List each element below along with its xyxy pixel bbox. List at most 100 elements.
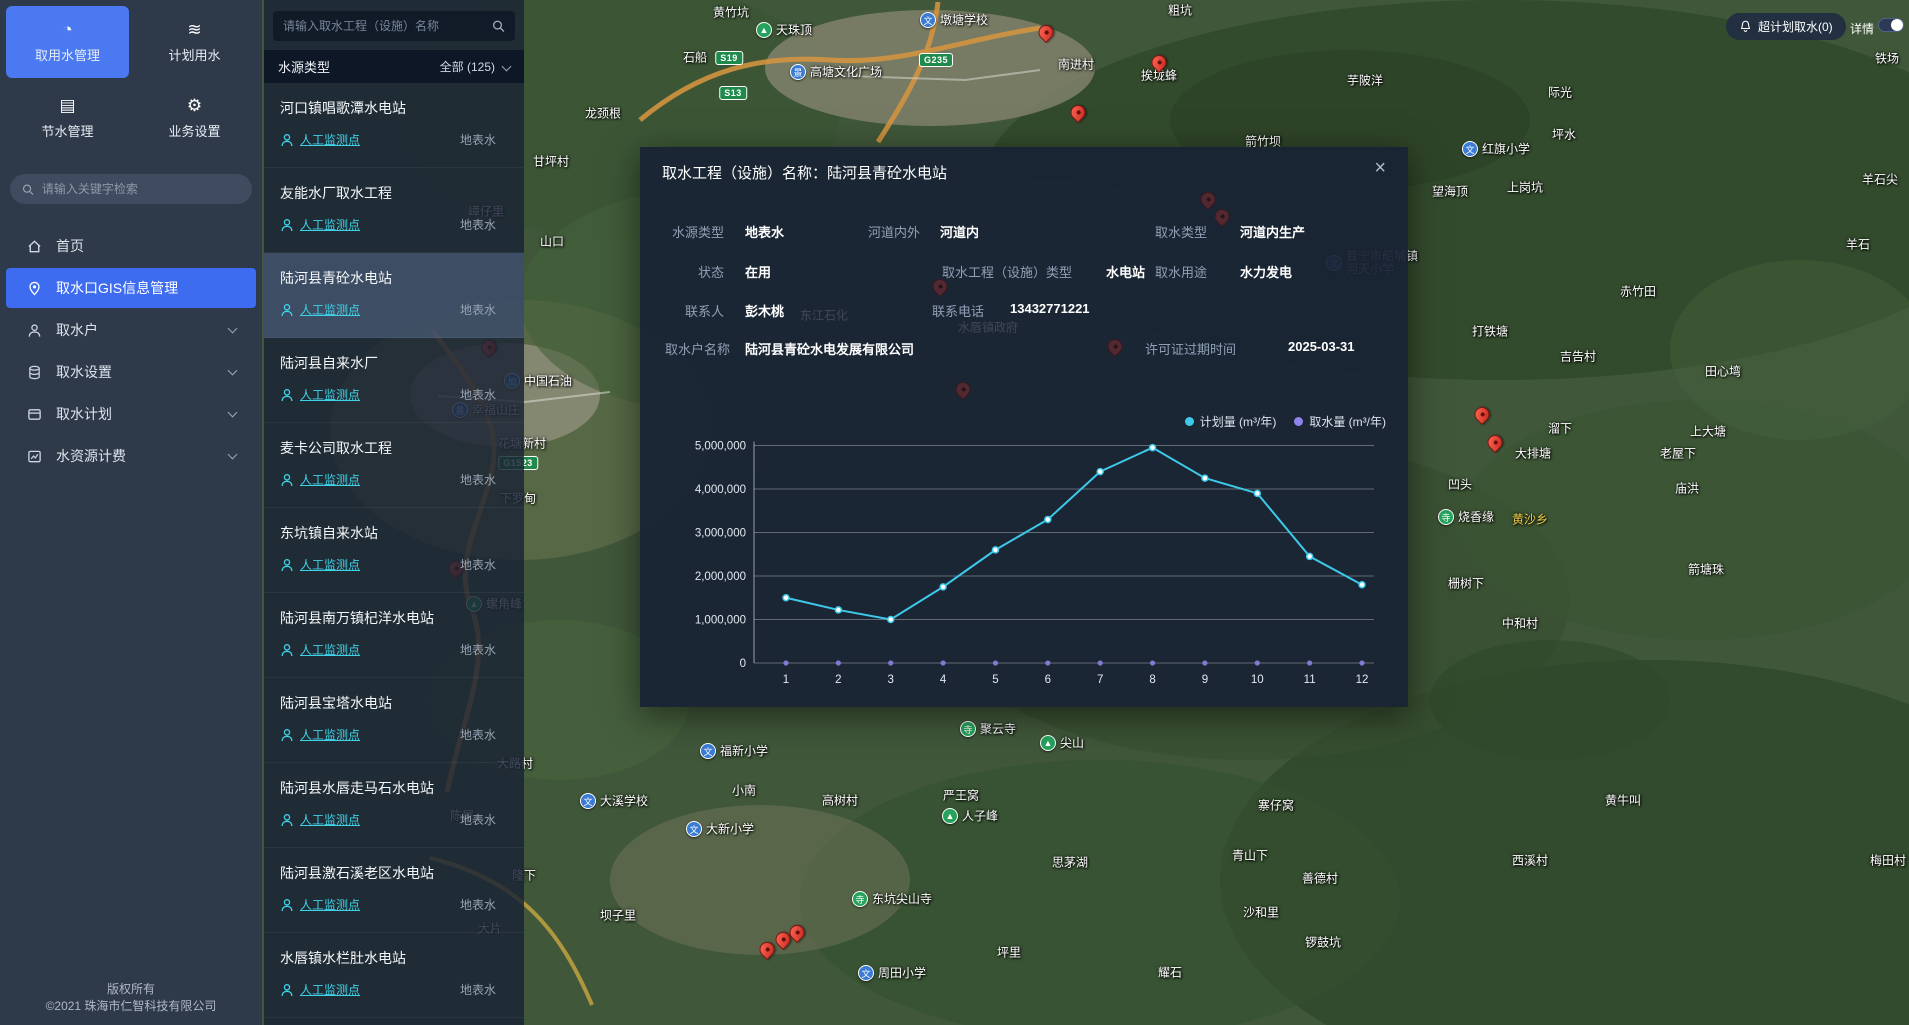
monitor-type-link[interactable]: 人工监测点 [300, 131, 360, 148]
sidebar-item-3[interactable]: 取水设置 [6, 352, 256, 392]
sidebar-item-0[interactable]: 首页 [6, 226, 256, 266]
detail-toggle-label: 详情 [1850, 20, 1874, 37]
svg-text:2,000,000: 2,000,000 [695, 571, 746, 583]
monitor-type-link[interactable]: 人工监测点 [300, 216, 360, 233]
monitor-type-link[interactable]: 人工监测点 [300, 386, 360, 403]
field-value: 彭木桃 [745, 301, 784, 320]
pin-icon [26, 281, 42, 296]
svg-text:0: 0 [740, 658, 746, 670]
sidebar-search[interactable] [10, 174, 252, 204]
facility-list-item[interactable]: 河口镇唱歌潭水电站 人工监测点 地表水 [264, 83, 524, 168]
module-tile-water-intake[interactable]: ◔ 取用水管理 [6, 6, 129, 78]
map-place-label: 粗坑 [1168, 2, 1192, 19]
over-plan-intake-button[interactable]: 超计划取水(0) [1726, 13, 1846, 40]
person-icon [280, 133, 294, 147]
facility-list-item[interactable]: 陆河县宝塔水电站 人工监测点 地表水 [264, 678, 524, 763]
water-source-type: 地表水 [460, 216, 510, 233]
detail-toggle-switch[interactable] [1878, 18, 1904, 32]
poi-label: 大新小学 [706, 823, 754, 836]
close-icon[interactable]: × [1374, 157, 1386, 180]
school-icon: 文 [1462, 141, 1478, 157]
sidebar-item-1[interactable]: 取水口GIS信息管理 [6, 268, 256, 308]
map-poi-marker[interactable]: ▲人子峰 [942, 808, 998, 824]
sidebar-item-label: 首页 [56, 236, 84, 256]
monitor-type-link[interactable]: 人工监测点 [300, 981, 360, 998]
sidebar-item-4[interactable]: 取水计划 [6, 394, 256, 434]
filter-dropdown[interactable]: 全部 (125) [440, 58, 510, 75]
sidebar-item-label: 取水计划 [56, 404, 112, 424]
facility-list: 河口镇唱歌潭水电站 人工监测点 地表水 友能水厂取水工程 人工监测点 地表水 陆… [264, 83, 524, 1025]
field-label: 状态 [698, 262, 724, 281]
svg-text:2: 2 [835, 674, 841, 686]
map-poi-marker[interactable]: 寺烧香缘 [1438, 509, 1494, 525]
monitor-type-link[interactable]: 人工监测点 [300, 471, 360, 488]
facility-list-item[interactable]: 陆河县激石溪老区水电站 人工监测点 地表水 [264, 848, 524, 933]
monitor-type-link[interactable]: 人工监测点 [300, 301, 360, 318]
facility-list-item[interactable]: 陆河县青砼水电站 人工监测点 地表水 [264, 253, 524, 338]
monitor-type-link[interactable]: 人工监测点 [300, 556, 360, 573]
poi-label: 尖山 [1060, 737, 1084, 750]
map-poi-marker[interactable]: ▲天珠顶 [756, 22, 812, 38]
red-map-pin[interactable] [1471, 404, 1492, 425]
map-poi-marker[interactable]: 文大新小学 [686, 821, 754, 837]
module-label: 计划用水 [168, 45, 220, 64]
module-tile-water-saving[interactable]: ▤ 节水管理 [6, 82, 129, 154]
map-poi-marker[interactable]: 文福新小学 [700, 743, 768, 759]
facility-list-item[interactable]: 陆河县水唇走马石水电站 人工监测点 地表水 [264, 763, 524, 848]
svg-text:1: 1 [783, 674, 789, 686]
facility-list-item[interactable]: 友能水厂取水工程 人工监测点 地表水 [264, 168, 524, 253]
facility-list-item[interactable]: 东坑镇自来水站 人工监测点 地表水 [264, 508, 524, 593]
red-map-pin[interactable] [756, 939, 777, 960]
map-poi-marker[interactable]: 景高塘文化广场 [790, 64, 882, 80]
map-poi-marker[interactable]: 文红旗小学 [1462, 141, 1530, 157]
monitor-type-link[interactable]: 人工监测点 [300, 896, 360, 913]
facility-list-item[interactable]: 陆河县南万镇杞洋水电站 人工监测点 地表水 [264, 593, 524, 678]
field-value: 陆河县青砼水电发展有限公司 [745, 339, 914, 358]
chevron-down-icon [502, 62, 512, 72]
map-poi-marker[interactable]: ▲尖山 [1040, 735, 1084, 751]
red-map-pin[interactable] [1484, 432, 1505, 453]
module-tile-planned-water[interactable]: ≋ 计划用水 [133, 6, 256, 78]
sidebar-search-input[interactable] [42, 182, 240, 196]
svg-text:5: 5 [992, 674, 998, 686]
svg-text:3,000,000: 3,000,000 [695, 528, 746, 540]
facility-search[interactable] [273, 11, 515, 41]
map-place-label: 锣鼓坑 [1305, 934, 1341, 951]
monitor-type-link[interactable]: 人工监测点 [300, 641, 360, 658]
person-icon [280, 388, 294, 402]
sidebar-item-5[interactable]: 水资源计费 [6, 436, 256, 476]
map-poi-marker[interactable]: 文墩塘学校 [920, 12, 988, 28]
facility-list-item[interactable]: 水唇镇水栏肚水电站 人工监测点 地表水 [264, 933, 524, 1018]
facility-name: 友能水厂取水工程 [280, 183, 510, 203]
svg-text:4: 4 [940, 674, 947, 686]
module-label: 节水管理 [41, 121, 93, 140]
field-value: 13432771221 [1010, 301, 1090, 316]
facility-list-item[interactable]: 麦卡公司取水工程 人工监测点 地表水 [264, 423, 524, 508]
road-shield: G235 [919, 53, 953, 67]
map-place-label: 梅田村 [1870, 852, 1906, 869]
person-icon [280, 728, 294, 742]
map-poi-marker[interactable]: 文大溪学校 [580, 793, 648, 809]
field-label: 取水用途 [1155, 262, 1207, 281]
map-place-label: 羊石尖 [1862, 171, 1898, 188]
poi-label: 福新小学 [720, 745, 768, 758]
facility-search-input[interactable] [283, 19, 486, 33]
map-poi-marker[interactable]: 寺聚云寺 [960, 721, 1016, 737]
person-icon [280, 983, 294, 997]
sidebar-item-2[interactable]: 取水户 [6, 310, 256, 350]
field-value: 2025-03-31 [1288, 339, 1355, 354]
module-tile-business-settings[interactable]: ⚙ 业务设置 [133, 82, 256, 154]
person-icon [280, 473, 294, 487]
map-place-label: 黄牛叫 [1605, 792, 1641, 809]
map-place-label: 坪水 [1552, 126, 1576, 143]
facility-list-item[interactable]: 陆河县自来水厂 人工监测点 地表水 [264, 338, 524, 423]
monitor-type-link[interactable]: 人工监测点 [300, 811, 360, 828]
map-poi-marker[interactable]: 文周田小学 [858, 965, 926, 981]
search-icon [492, 19, 505, 33]
monitor-type-link[interactable]: 人工监测点 [300, 726, 360, 743]
red-map-pin[interactable] [1035, 22, 1056, 43]
poi-label: 周田小学 [878, 967, 926, 980]
legend-dot-intake [1294, 417, 1303, 426]
map-poi-marker[interactable]: 寺东坑尖山寺 [852, 891, 932, 907]
red-map-pin[interactable] [1067, 102, 1088, 123]
